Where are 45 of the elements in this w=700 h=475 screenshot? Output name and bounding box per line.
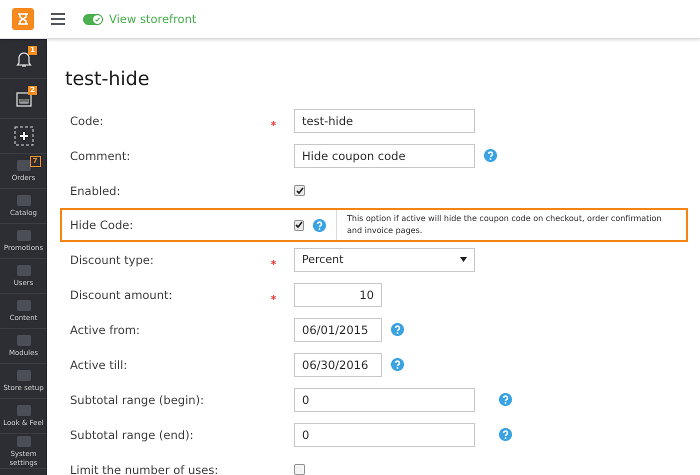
menu-item-icon (16, 264, 32, 277)
field-label: Active from: (70, 322, 141, 336)
field-label: Enabled: (70, 184, 122, 198)
menu-item-icon (16, 434, 32, 448)
menu-item-icon (16, 299, 32, 312)
menu-item-icon (16, 369, 32, 382)
help-icon[interactable] (484, 149, 497, 162)
menu-icon[interactable] (51, 13, 65, 25)
checkbox[interactable] (294, 185, 305, 196)
caret-icon (460, 257, 467, 262)
tray-icon[interactable] (14, 90, 32, 108)
menu-item-icon (16, 404, 32, 417)
storefront-toggle[interactable] (83, 14, 103, 24)
bell-icon[interactable] (14, 50, 32, 68)
field-label: Code: (70, 114, 104, 128)
help-icon[interactable] (499, 428, 512, 441)
help-icon[interactable] (313, 218, 326, 232)
menu-item-icon (16, 334, 32, 347)
select-dropdown[interactable]: Percent (294, 248, 475, 272)
help-icon[interactable] (391, 323, 404, 336)
field-label: Subtotal range (begin): (70, 392, 205, 406)
input-field[interactable]: 06/30/2016 (294, 352, 382, 376)
input-field[interactable]: test-hide (294, 108, 475, 132)
logo-icon[interactable] (12, 8, 34, 30)
add-icon[interactable] (14, 126, 34, 146)
input-field[interactable]: 0 (294, 388, 475, 412)
help-icon[interactable] (391, 358, 404, 371)
input-field[interactable]: Hide coupon code (294, 144, 475, 168)
field-label: Active till: (70, 358, 128, 372)
help-note: This option if active will hide the coupon code on checkout, order confirmation and invoice pages. (336, 210, 686, 240)
checkbox[interactable] (294, 464, 305, 475)
field-label: Comment: (70, 148, 132, 162)
input-field[interactable]: 10 (294, 282, 382, 306)
field-label: Hide Code: (70, 218, 134, 232)
field-label: Discount type: (70, 252, 155, 266)
input-field[interactable]: 06/01/2015 (294, 318, 382, 342)
input-field[interactable]: 0 (294, 422, 475, 446)
field-label: Subtotal range (end): (70, 428, 194, 442)
help-icon[interactable] (499, 393, 512, 406)
menu-item-icon (16, 194, 32, 207)
menu-item-icon (16, 229, 32, 242)
page-title: test-hide (65, 68, 150, 90)
field-label: Discount amount: (70, 288, 174, 302)
checkbox[interactable] (294, 220, 304, 230)
field-label: Limit the number of uses: (70, 462, 220, 475)
